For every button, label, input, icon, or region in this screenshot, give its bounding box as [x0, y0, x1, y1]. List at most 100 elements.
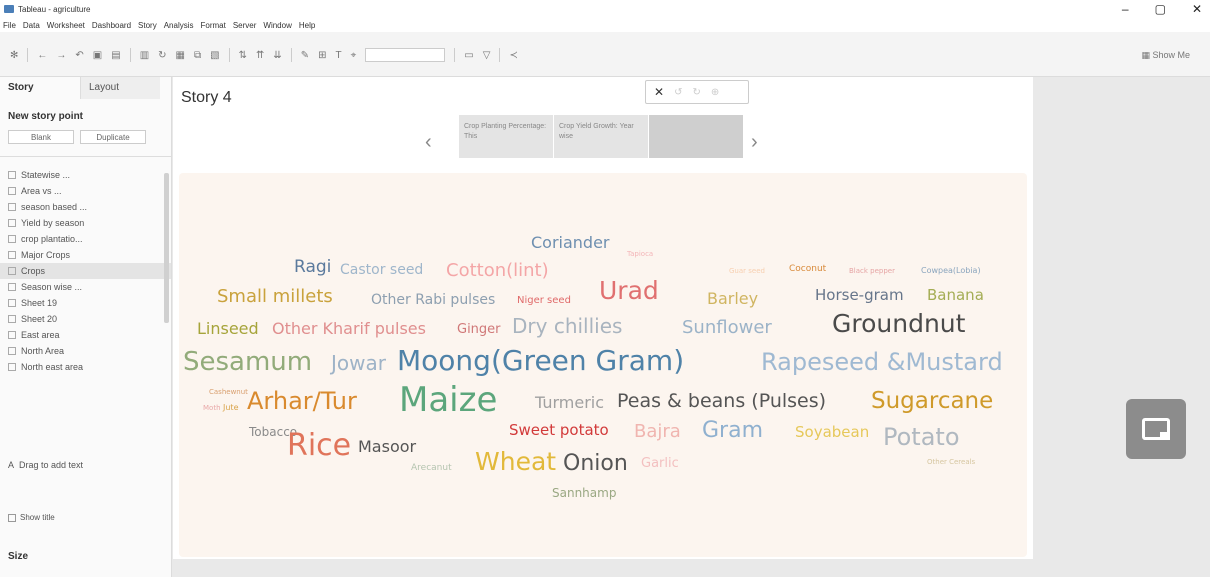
menu-story[interactable]: Story: [138, 21, 157, 30]
duplicate-button[interactable]: Duplicate: [80, 130, 146, 144]
story-point-1[interactable]: Crop Planting Percentage: This: [459, 115, 553, 158]
close-story-point-icon[interactable]: ✕: [654, 85, 664, 99]
word-tapioca[interactable]: Tapioca: [627, 251, 653, 258]
new-sheet-icon[interactable]: ▥: [140, 50, 149, 61]
word-garlic[interactable]: Garlic: [641, 457, 679, 470]
word-castor-seed[interactable]: Castor seed: [340, 263, 423, 277]
tooltip-icon[interactable]: ▽: [483, 50, 491, 61]
word-sesamum[interactable]: Sesamum: [183, 349, 312, 375]
word-cowpea[interactable]: Cowpea(Lobia): [921, 267, 981, 275]
word-peas-beans[interactable]: Peas & beans (Pulses): [617, 392, 826, 411]
tab-story[interactable]: Story: [0, 77, 80, 99]
sheet-item[interactable]: Yield by season: [8, 215, 171, 231]
menu-server[interactable]: Server: [233, 21, 257, 30]
word-soyabean[interactable]: Soyabean: [795, 425, 869, 440]
sheet-item[interactable]: Season wise ...: [8, 279, 171, 295]
tab-layout[interactable]: Layout: [80, 77, 160, 99]
word-jowar[interactable]: Jowar: [331, 353, 386, 373]
menu-window[interactable]: Window: [263, 21, 291, 30]
menu-help[interactable]: Help: [299, 21, 315, 30]
sheet-item[interactable]: Major Crops: [8, 247, 171, 263]
word-arecanut[interactable]: Arecanut: [411, 464, 452, 473]
word-turmeric[interactable]: Turmeric: [535, 395, 604, 411]
close-icon[interactable]: ✕: [1192, 2, 1202, 16]
word-potato[interactable]: Potato: [883, 425, 960, 449]
menu-format[interactable]: Format: [201, 21, 226, 30]
sheet-item[interactable]: Sheet 20: [8, 311, 171, 327]
next-story-point-arrow[interactable]: ›: [751, 131, 758, 154]
word-sannhamp[interactable]: Sannhamp: [552, 487, 616, 499]
story-point-2[interactable]: Crop Yield Growth: Year wise: [554, 115, 648, 158]
fit-dropdown[interactable]: [365, 48, 446, 62]
word-niger-seed[interactable]: Niger seed: [517, 296, 571, 306]
sheet-item[interactable]: season based ...: [8, 199, 171, 215]
new-datasource-icon[interactable]: ▤: [111, 50, 120, 61]
story-title[interactable]: Story 4: [181, 89, 232, 107]
word-coconut[interactable]: Coconut: [789, 265, 826, 274]
sheet-item[interactable]: Area vs ...: [8, 183, 171, 199]
word-sugarcane[interactable]: Sugarcane: [871, 390, 993, 413]
highlight-icon[interactable]: ✎: [301, 50, 309, 61]
word-sunflower[interactable]: Sunflower: [682, 319, 772, 337]
update-icon[interactable]: ↻: [692, 87, 700, 98]
sheet-item[interactable]: East area: [8, 327, 171, 343]
sheet-item-selected[interactable]: Crops: [0, 263, 171, 279]
picture-in-picture-button[interactable]: [1126, 399, 1186, 459]
label-icon[interactable]: T: [336, 50, 342, 61]
word-guar-seed[interactable]: Guar seed: [729, 268, 765, 275]
word-other-rabi-pulses[interactable]: Other Rabi pulses: [371, 293, 495, 307]
sort-desc-icon[interactable]: ⇊: [273, 50, 281, 61]
sheet-list-scrollbar[interactable]: [164, 173, 169, 323]
minimize-icon[interactable]: –: [1122, 2, 1129, 16]
maximize-icon[interactable]: ▢: [1155, 2, 1166, 16]
word-bajra[interactable]: Bajra: [634, 423, 681, 441]
word-ginger[interactable]: Ginger: [457, 323, 501, 336]
refresh-icon[interactable]: ↻: [158, 50, 166, 61]
previous-story-point-arrow[interactable]: ‹: [425, 131, 432, 154]
word-gram[interactable]: Gram: [702, 420, 763, 442]
swap-icon[interactable]: ⇅: [239, 50, 247, 61]
save-icon[interactable]: ▣: [93, 50, 102, 61]
revert-icon[interactable]: ↺: [674, 87, 682, 98]
word-cotton-lint[interactable]: Cotton(lint): [446, 262, 549, 280]
word-other-kharif-pulses[interactable]: Other Kharif pulses: [272, 321, 426, 337]
word-ragi[interactable]: Ragi: [294, 259, 331, 276]
duplicate-sheet-icon[interactable]: ⧉: [194, 50, 201, 61]
word-sweet-potato[interactable]: Sweet potato: [509, 423, 609, 438]
word-cashewnut[interactable]: Cashewnut: [209, 389, 248, 396]
word-moong[interactable]: Moong(Green Gram): [397, 347, 684, 375]
undo-icon[interactable]: ↶: [75, 50, 83, 61]
word-other-cereals[interactable]: Other Cereals: [927, 459, 975, 466]
word-arhar-tur[interactable]: Arhar/Tur: [247, 389, 357, 413]
word-maize[interactable]: Maize: [399, 383, 497, 417]
word-horse-gram[interactable]: Horse-gram: [815, 288, 904, 303]
word-barley[interactable]: Barley: [707, 291, 758, 307]
word-rapeseed-mustard[interactable]: Rapeseed &Mustard: [761, 350, 1003, 374]
word-linseed[interactable]: Linseed: [197, 321, 259, 337]
tableau-logo-icon[interactable]: ✻: [10, 50, 18, 61]
word-dry-chillies[interactable]: Dry chillies: [512, 316, 622, 336]
menu-worksheet[interactable]: Worksheet: [47, 21, 85, 30]
show-me-button[interactable]: ▦ Show Me: [1141, 50, 1190, 61]
word-groundnut[interactable]: Groundnut: [832, 311, 965, 336]
sheet-item[interactable]: crop plantatio...: [8, 231, 171, 247]
group-icon[interactable]: ⊞: [318, 50, 326, 61]
word-small-millets[interactable]: Small millets: [217, 288, 333, 306]
back-icon[interactable]: ←: [37, 50, 47, 61]
word-wheat[interactable]: Wheat: [475, 449, 556, 474]
word-onion[interactable]: Onion: [563, 453, 628, 475]
word-black-pepper[interactable]: Black pepper: [849, 268, 895, 275]
present-icon[interactable]: ▭: [464, 50, 473, 61]
word-coriander[interactable]: Coriander: [531, 235, 610, 251]
show-title-checkbox[interactable]: Show title: [8, 513, 55, 522]
clear-sheet-icon[interactable]: ▧: [210, 50, 219, 61]
menu-analysis[interactable]: Analysis: [164, 21, 194, 30]
save-as-new-icon[interactable]: ⊕: [711, 87, 719, 98]
share-icon[interactable]: ≺: [509, 50, 517, 61]
sort-asc-icon[interactable]: ⇈: [256, 50, 264, 61]
menu-file[interactable]: File: [3, 21, 16, 30]
forward-icon[interactable]: →: [56, 50, 66, 61]
menu-dashboard[interactable]: Dashboard: [92, 21, 131, 30]
chart-icon[interactable]: ▦: [176, 50, 185, 61]
sheet-item[interactable]: North east area: [8, 359, 171, 375]
